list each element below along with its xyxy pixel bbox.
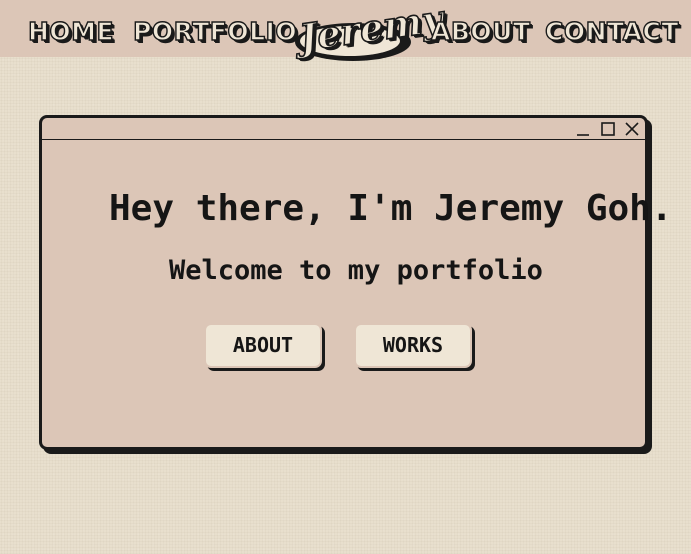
minimize-icon[interactable] xyxy=(575,121,591,137)
nav-about-link[interactable]: ABOUT xyxy=(430,14,530,50)
window-titlebar xyxy=(42,118,645,140)
hero-window: Hey there, I'm Jeremy Goh. Welcome to my… xyxy=(39,115,673,450)
top-navigation: HOME PORTFOLIO Jeremy ABOUT CONTACT xyxy=(0,0,691,61)
maximize-icon[interactable] xyxy=(600,121,616,137)
hero-subheading: Welcome to my portfolio xyxy=(169,255,543,286)
nav-portfolio-link[interactable]: PORTFOLIO xyxy=(132,14,297,50)
nav-home-link[interactable]: HOME xyxy=(27,14,114,50)
close-icon[interactable] xyxy=(624,121,640,137)
about-button[interactable]: ABOUT xyxy=(204,323,322,368)
hero-heading: Hey there, I'm Jeremy Goh. xyxy=(109,188,673,229)
site-logo[interactable]: Jeremy xyxy=(291,0,447,61)
works-button[interactable]: WORKS xyxy=(354,323,472,368)
nav-contact-link[interactable]: CONTACT xyxy=(544,14,679,50)
